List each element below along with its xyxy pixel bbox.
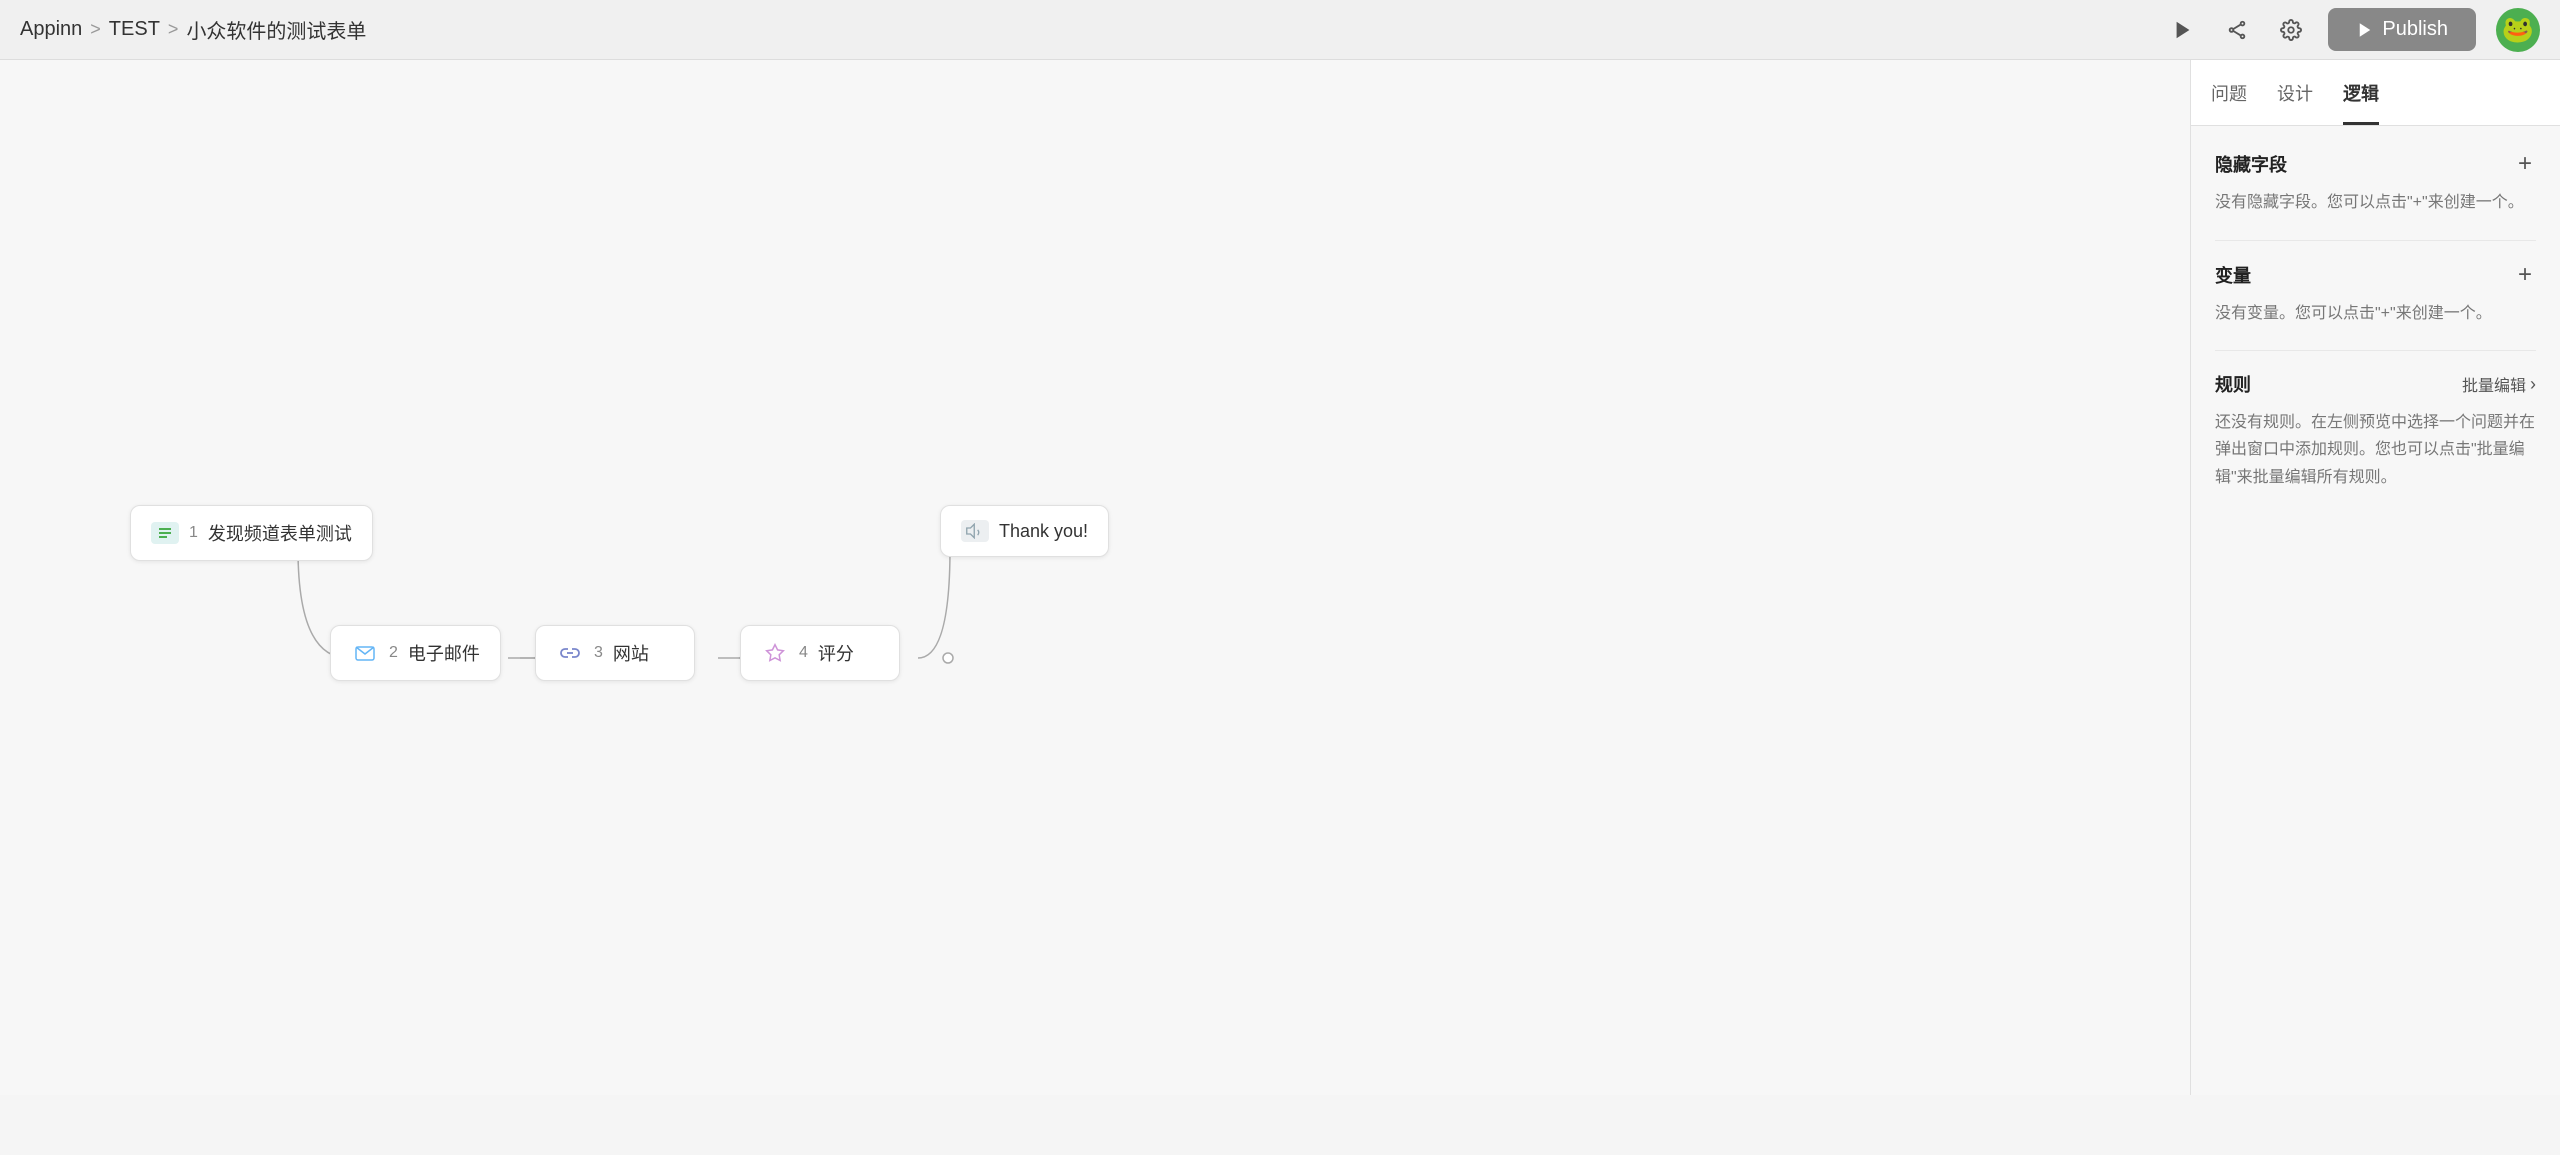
batch-edit-button[interactable]: 批量编辑 › <box>2462 372 2536 396</box>
breadcrumb-sep2: > <box>168 19 179 40</box>
gear-icon <box>2280 19 2302 41</box>
preview-button[interactable] <box>2166 13 2200 47</box>
publish-button[interactable]: Publish <box>2328 8 2476 51</box>
user-avatar[interactable]: 🐸 <box>2496 8 2540 52</box>
share-button[interactable] <box>2220 13 2254 47</box>
flow-node-2[interactable]: 2 电子邮件 <box>330 625 501 681</box>
add-hidden-field-button[interactable]: + <box>2514 150 2536 178</box>
breadcrumb-appinn[interactable]: Appinn <box>20 18 82 41</box>
variables-header: 变量 + <box>2215 261 2536 289</box>
hidden-fields-section: 隐藏字段 + 没有隐藏字段。您可以点击"+"来创建一个。 <box>2191 126 2560 241</box>
flow-node-4[interactable]: 4 评分 <box>740 625 900 681</box>
rules-header: 规则 批量编辑 › <box>2215 371 2536 397</box>
variables-section: 变量 + 没有变量。您可以点击"+"来创建一个。 <box>2191 241 2560 352</box>
flow-node-3[interactable]: 3 网站 <box>535 625 695 681</box>
main-layout: 1 发现频道表单测试 2 电子邮件 <box>0 60 2560 1095</box>
rules-section: 规则 批量编辑 › 还没有规则。在左侧预览中选择一个问题并在弹出窗口中添加规则。… <box>2191 351 2560 491</box>
settings-button[interactable] <box>2274 13 2308 47</box>
breadcrumb-sep1: > <box>90 19 101 40</box>
breadcrumb-form-name: 小众软件的测试表单 <box>186 15 366 44</box>
breadcrumb-test[interactable]: TEST <box>109 18 160 41</box>
email-icon <box>351 642 379 664</box>
hidden-fields-desc: 没有隐藏字段。您可以点击"+"来创建一个。 <box>2215 190 2536 241</box>
tab-questions[interactable]: 问题 <box>2211 60 2247 125</box>
play-icon <box>2172 19 2194 41</box>
list-icon <box>151 522 179 544</box>
speaker-icon <box>961 520 989 542</box>
panel-tabs: 问题 设计 逻辑 <box>2191 60 2560 126</box>
node-1-label: 发现频道表单测试 <box>208 520 352 546</box>
rules-desc: 还没有规则。在左侧预览中选择一个问题并在弹出窗口中添加规则。您也可以点击"批量编… <box>2215 409 2536 491</box>
variables-title: 变量 <box>2215 262 2251 288</box>
header-actions: Publish 🐸 <box>2166 8 2540 52</box>
thankyou-label: Thank you! <box>999 521 1088 542</box>
add-variable-button[interactable]: + <box>2514 261 2536 289</box>
app-header: Appinn > TEST > 小众软件的测试表单 P <box>0 0 2560 60</box>
flow-arrows <box>0 60 2190 1095</box>
flow-node-1[interactable]: 1 发现频道表单测试 <box>130 505 373 561</box>
tab-logic[interactable]: 逻辑 <box>2343 60 2379 125</box>
node-3-num: 3 <box>594 644 603 662</box>
rules-title: 规则 <box>2215 371 2251 397</box>
tab-design[interactable]: 设计 <box>2277 60 2313 125</box>
share-icon <box>2226 19 2248 41</box>
node-1-num: 1 <box>189 524 198 542</box>
right-panel: 问题 设计 逻辑 隐藏字段 + 没有隐藏字段。您可以点击"+"来创建一个。 变量… <box>2190 60 2560 1095</box>
hidden-fields-title: 隐藏字段 <box>2215 151 2287 177</box>
star-icon <box>761 642 789 664</box>
node-4-num: 4 <box>799 644 808 662</box>
canvas-area[interactable]: 1 发现频道表单测试 2 电子邮件 <box>0 60 2190 1095</box>
node-3-label: 网站 <box>613 640 649 666</box>
link-icon <box>556 642 584 664</box>
hidden-fields-header: 隐藏字段 + <box>2215 150 2536 178</box>
publish-icon <box>2356 21 2374 39</box>
chevron-right-icon: › <box>2530 374 2536 395</box>
node-2-num: 2 <box>389 644 398 662</box>
flow-node-thankyou[interactable]: Thank you! <box>940 505 1109 557</box>
variables-desc: 没有变量。您可以点击"+"来创建一个。 <box>2215 301 2536 352</box>
node-4-label: 评分 <box>818 640 854 666</box>
breadcrumb: Appinn > TEST > 小众软件的测试表单 <box>20 15 366 44</box>
flow-container: 1 发现频道表单测试 2 电子邮件 <box>0 60 2190 1095</box>
node-2-label: 电子邮件 <box>408 640 480 666</box>
